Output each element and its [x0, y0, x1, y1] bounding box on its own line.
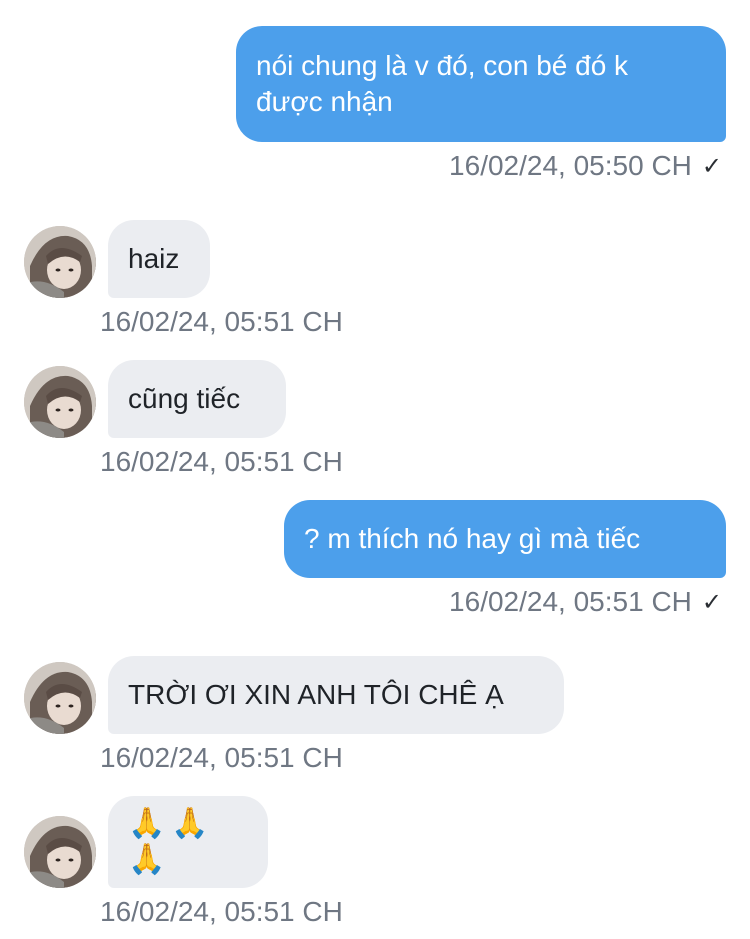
- message-text: haiz: [128, 243, 180, 274]
- message-timestamp: 16/02/24, 05:51 CH: [100, 446, 343, 478]
- timestamp-text: 16/02/24, 05:50 CH: [449, 150, 692, 181]
- message-emoji: 🙏🙏🙏: [128, 807, 215, 876]
- avatar-image-icon: [24, 816, 96, 888]
- timestamp-text: 16/02/24, 05:51 CH: [100, 742, 343, 773]
- message-timestamp: 16/02/24, 05:51 CH: [100, 896, 343, 928]
- sent-check-icon: ✓: [701, 152, 722, 180]
- message-bubble-received[interactable]: TRỜI ƠI XIN ANH TÔI CHÊ Ạ: [108, 656, 564, 734]
- timestamp-text: 16/02/24, 05:51 CH: [100, 446, 343, 477]
- message-bubble-received[interactable]: 🙏🙏🙏: [108, 796, 268, 888]
- message-bubble-received[interactable]: cũng tiếc: [108, 360, 286, 438]
- message-timestamp: 16/02/24, 05:51 CH: [100, 306, 343, 338]
- contact-avatar[interactable]: [24, 226, 96, 298]
- message-text: TRỜI ƠI XIN ANH TÔI CHÊ Ạ: [128, 679, 504, 710]
- message-bubble-received[interactable]: haiz: [108, 220, 210, 298]
- message-text: ? m thích nó hay gì mà tiếc: [304, 523, 641, 554]
- avatar-image-icon: [24, 366, 96, 438]
- avatar-image-icon: [24, 226, 96, 298]
- message-bubble-sent[interactable]: ? m thích nó hay gì mà tiếc: [284, 500, 726, 578]
- message-timestamp: 16/02/24, 05:50 CH ✓: [449, 150, 722, 182]
- timestamp-text: 16/02/24, 05:51 CH: [449, 586, 692, 617]
- message-text: cũng tiếc: [128, 383, 241, 414]
- timestamp-text: 16/02/24, 05:51 CH: [100, 896, 343, 927]
- avatar-image-icon: [24, 662, 96, 734]
- message-text-line: được nhận: [256, 86, 393, 117]
- sent-check-icon: ✓: [701, 588, 722, 616]
- message-timestamp: 16/02/24, 05:51 CH ✓: [449, 586, 722, 618]
- message-bubble-sent[interactable]: nói chung là v đó, con bé đó k được nhận: [236, 26, 726, 142]
- message-timestamp: 16/02/24, 05:51 CH: [100, 742, 343, 774]
- message-text-line: nói chung là v đó, con bé đó k: [256, 50, 629, 81]
- contact-avatar[interactable]: [24, 816, 96, 888]
- contact-avatar[interactable]: [24, 662, 96, 734]
- contact-avatar[interactable]: [24, 366, 96, 438]
- timestamp-text: 16/02/24, 05:51 CH: [100, 306, 343, 337]
